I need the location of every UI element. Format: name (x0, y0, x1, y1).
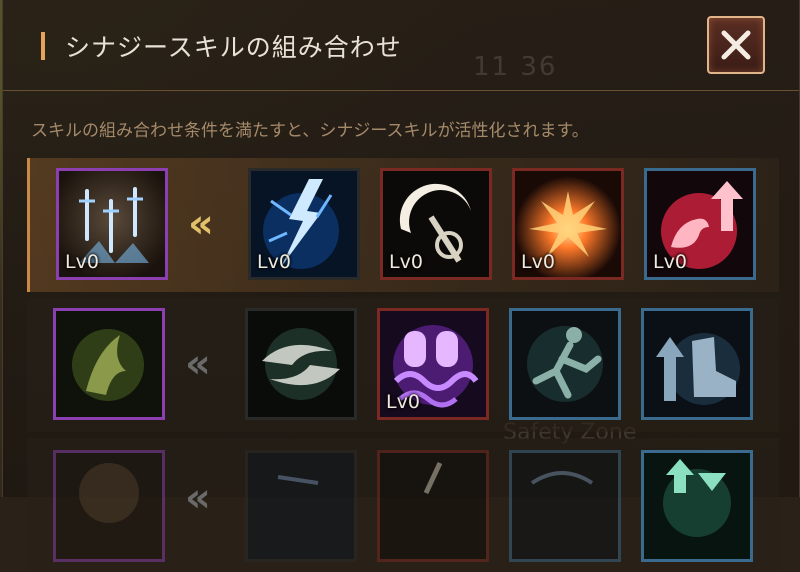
title-accent-bar (41, 32, 45, 60)
hourglass-up-icon (644, 453, 750, 559)
component-skill-slot-4[interactable] (641, 308, 753, 420)
component-skill-slot-3[interactable] (509, 308, 621, 420)
synergy-row-3[interactable]: « (27, 438, 779, 572)
panel-header: シナジースキルの組み合わせ (3, 0, 799, 91)
skill-level: Lv0 (653, 251, 687, 273)
synergy-skill-slot[interactable]: Lv0 (56, 168, 168, 280)
skill-level: Lv0 (389, 251, 423, 273)
dash-figure-icon (512, 311, 618, 417)
synergy-row-2[interactable]: « Lv0 (27, 298, 779, 432)
component-skill-slot-2[interactable] (377, 450, 489, 562)
skill-level: Lv0 (521, 251, 555, 273)
skill-level: Lv0 (257, 251, 291, 273)
component-skill-slot-1[interactable]: Lv0 (248, 168, 360, 280)
component-skill-slot-4[interactable]: Lv0 (644, 168, 756, 280)
component-skill-slot-1[interactable] (245, 308, 357, 420)
synergy-skill-slot[interactable] (53, 308, 165, 420)
component-skill-slot-1[interactable] (245, 450, 357, 562)
partial-icon (56, 453, 162, 559)
combine-arrow-icon: « (185, 475, 211, 521)
partial-icon (380, 453, 486, 559)
component-skill-slot-4[interactable] (641, 450, 753, 562)
close-button[interactable] (707, 16, 765, 74)
synergy-row-1[interactable]: Lv0 « Lv0 Lv0 Lv0 Lv0 (27, 158, 779, 292)
partial-icon (512, 453, 618, 559)
combine-arrow-icon: « (185, 341, 211, 387)
skill-level: Lv0 (65, 251, 99, 273)
component-skill-slot-2[interactable]: Lv0 (377, 308, 489, 420)
speed-boots-icon (644, 311, 750, 417)
panel-description: スキルの組み合わせ条件を満たすと、シナジースキルが活性化されます。 (31, 121, 589, 141)
component-skill-slot-2[interactable]: Lv0 (380, 168, 492, 280)
component-skill-slot-3[interactable] (509, 450, 621, 562)
skill-level: Lv0 (386, 391, 420, 413)
synergy-skill-panel: 11 36 Safety Zone シナジースキルの組み合わせ スキルの組み合わ… (2, 0, 800, 572)
combine-arrow-icon: « (188, 201, 214, 247)
synergy-skill-slot[interactable] (53, 450, 165, 562)
twin-blade-icon (248, 311, 354, 417)
green-spirit-icon (56, 311, 162, 417)
panel-title: シナジースキルの組み合わせ (65, 33, 402, 62)
component-skill-slot-3[interactable]: Lv0 (512, 168, 624, 280)
partial-icon (248, 453, 354, 559)
close-icon (721, 30, 751, 60)
